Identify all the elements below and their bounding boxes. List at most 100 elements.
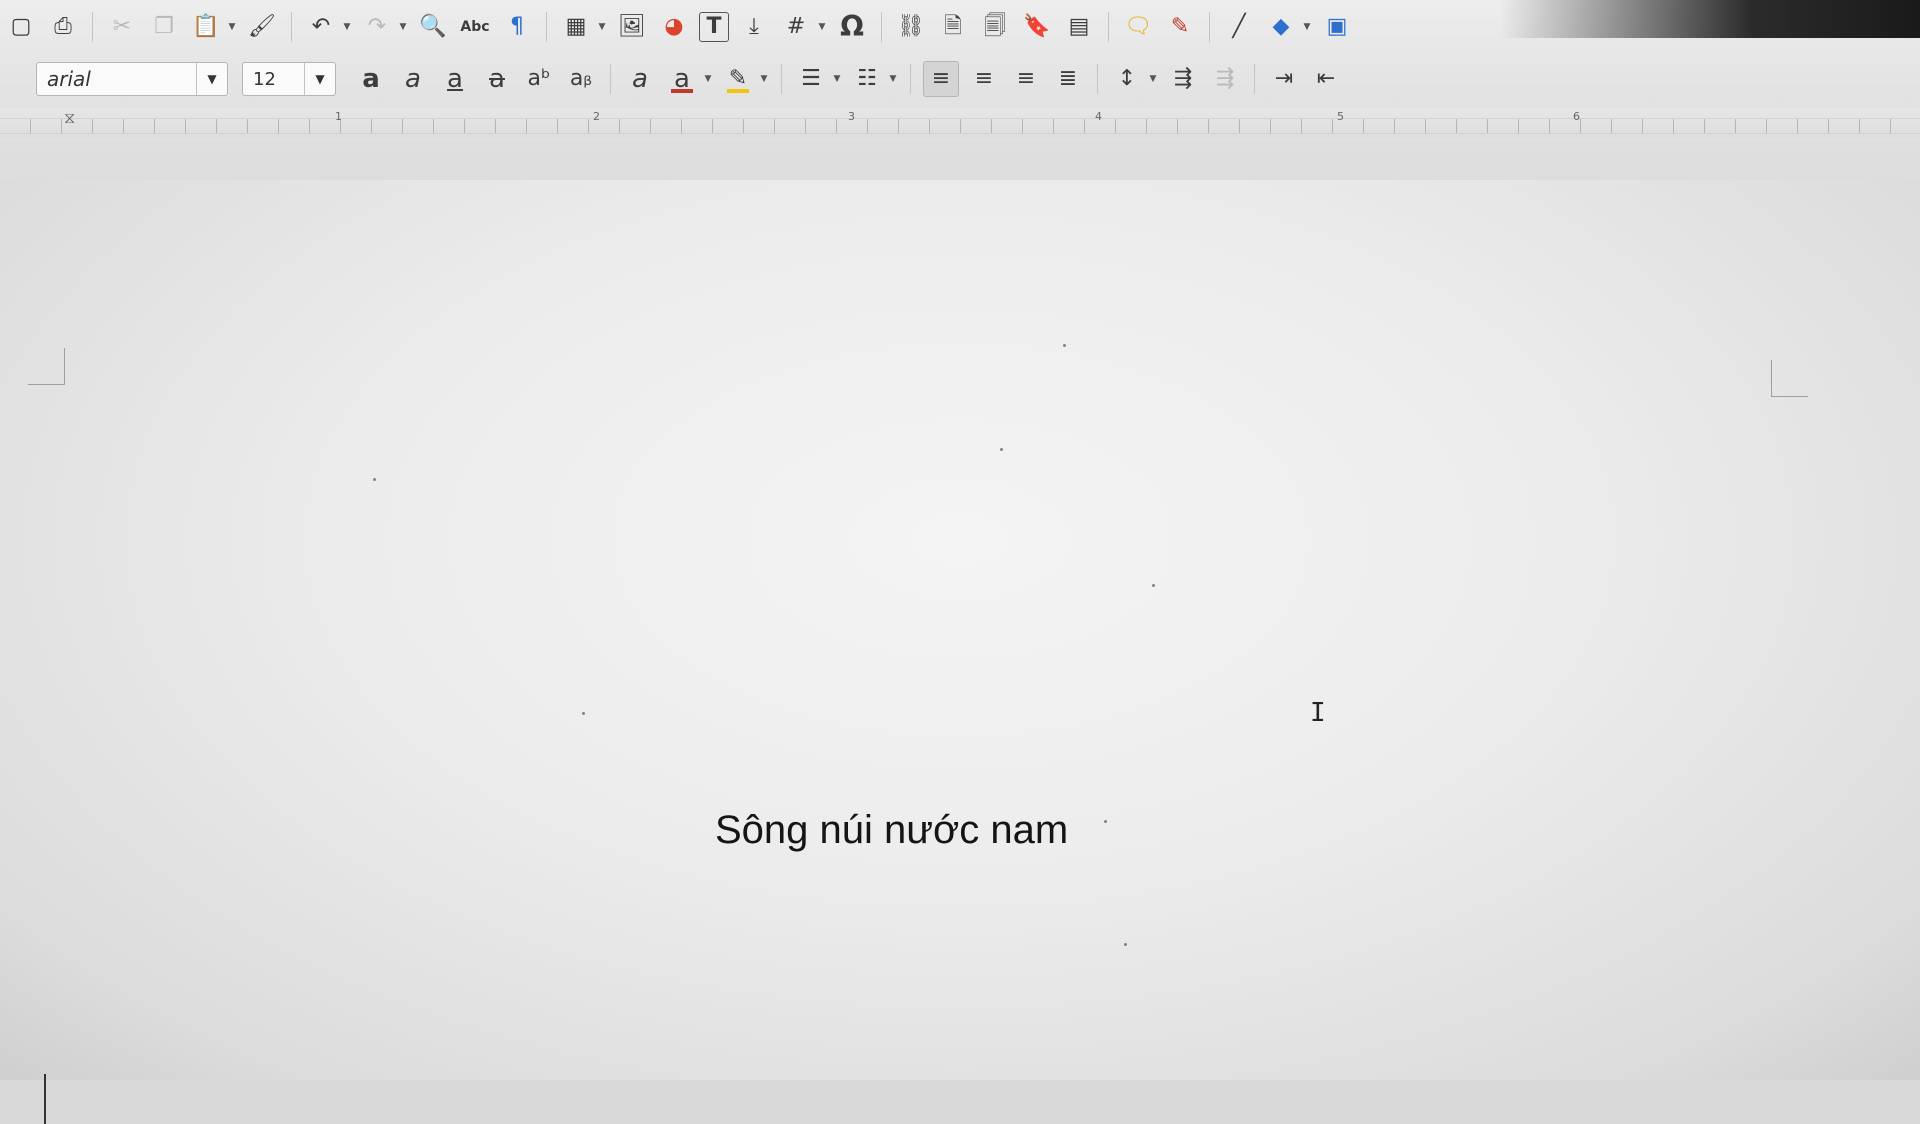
separator — [781, 64, 782, 94]
clone-formatting-icon[interactable]: 🖌 — [245, 10, 279, 44]
bold-icon[interactable]: a — [354, 62, 388, 96]
separator — [291, 12, 292, 42]
font-color-dropdown[interactable]: ▼ — [703, 62, 713, 96]
find-replace-icon[interactable]: 🔍 — [416, 10, 450, 44]
ruler-label: 3 — [848, 110, 855, 123]
highlight-color-swatch — [727, 89, 749, 93]
toolbar-area: ▢ ⎙ ✂ ❐ 📋 ▼ 🖌 ↶ ▼ ↷ ▼ 🔍 Abc ¶ ▦ ▼ 🖼 ◕ T … — [0, 0, 1920, 191]
ruler-label: 1 — [335, 110, 342, 123]
formatting-marks-icon[interactable]: ¶ — [500, 10, 534, 44]
undo-dropdown[interactable]: ▼ — [342, 10, 352, 44]
cut-icon[interactable]: ✂ — [105, 10, 139, 44]
line-spacing-dropdown[interactable]: ▼ — [1148, 62, 1158, 96]
document-page[interactable]: Sông núi nước nam I — [0, 180, 1920, 1124]
unordered-list-icon[interactable]: ☰ — [794, 62, 828, 96]
ordered-list-icon[interactable]: ☷ — [850, 62, 884, 96]
screen-speck — [373, 478, 376, 481]
decrease-indent-icon[interactable]: ⇤ — [1309, 62, 1343, 96]
line-icon[interactable]: ╱ — [1222, 10, 1256, 44]
formatting-toolbar: arial ▼ 12 ▼ a a a a aᵇ aᵦ a a ▼ ✎ ▼ ☰ ▼… — [0, 56, 1400, 102]
ruler-label: 2 — [593, 110, 600, 123]
page-margin-corner — [1771, 360, 1808, 397]
separator — [881, 12, 882, 42]
font-size-box[interactable]: 12 ▼ — [242, 62, 336, 96]
endnote-icon[interactable]: 🗐 — [978, 10, 1012, 44]
align-right-icon[interactable]: ≡ — [1009, 62, 1043, 96]
document-text[interactable]: Sông núi nước nam — [715, 808, 1068, 853]
screen-speck — [1152, 584, 1155, 587]
insert-field-icon[interactable]: # — [779, 10, 813, 44]
basic-shapes-icon[interactable]: ◆ — [1264, 10, 1298, 44]
special-character-icon[interactable]: Ω — [835, 10, 869, 44]
screen-speck — [1104, 820, 1107, 823]
separator — [1209, 12, 1210, 42]
monitor-bezel — [1500, 0, 1920, 38]
font-size-dropdown[interactable]: ▼ — [304, 63, 335, 95]
hyperlink-icon[interactable]: ⛓ — [894, 10, 928, 44]
paragraph-spacing-icon[interactable]: ⇶ — [1166, 62, 1200, 96]
font-name-value[interactable]: arial — [37, 67, 196, 91]
font-size-value[interactable]: 12 — [243, 69, 304, 90]
copy-icon[interactable]: ❐ — [147, 10, 181, 44]
italic-icon[interactable]: a — [396, 62, 430, 96]
screen-speck — [1124, 943, 1127, 946]
page-break-icon[interactable]: ⤓ — [737, 10, 771, 44]
screen-speck — [582, 712, 585, 715]
font-name-box[interactable]: arial ▼ — [36, 62, 228, 96]
insert-table-dropdown[interactable]: ▼ — [597, 10, 607, 44]
ruler-track — [0, 118, 1920, 134]
comment-icon[interactable]: 🗨 — [1121, 10, 1155, 44]
superscript-icon[interactable]: aᵇ — [522, 62, 556, 96]
subscript-icon[interactable]: aᵦ — [564, 62, 598, 96]
separator — [546, 12, 547, 42]
decrease-spacing-icon[interactable]: ⇶ — [1208, 62, 1242, 96]
unordered-list-dropdown[interactable]: ▼ — [832, 62, 842, 96]
align-left-icon[interactable]: ≡ — [923, 61, 959, 97]
mouse-ibeam-icon: I — [1310, 698, 1326, 728]
spellcheck-icon[interactable]: Abc — [458, 10, 492, 44]
justify-icon[interactable]: ≣ — [1051, 62, 1085, 96]
standard-toolbar: ▢ ⎙ ✂ ❐ 📋 ▼ 🖌 ↶ ▼ ↷ ▼ 🔍 Abc ¶ ▦ ▼ 🖼 ◕ T … — [0, 4, 1400, 50]
footnote-icon[interactable]: 🗎 — [936, 10, 970, 44]
screen-speck — [1000, 448, 1003, 451]
separator — [92, 12, 93, 42]
insert-field-dropdown[interactable]: ▼ — [817, 10, 827, 44]
templates-icon[interactable]: ▢ — [4, 10, 38, 44]
cross-reference-icon[interactable]: ▤ — [1062, 10, 1096, 44]
insert-image-icon[interactable]: 🖼 — [615, 10, 649, 44]
screen-speck — [1063, 344, 1066, 347]
indent-marker-icon[interactable]: ⧖ — [64, 108, 75, 128]
font-color-icon[interactable]: a — [665, 62, 699, 96]
ruler-label: 4 — [1095, 110, 1102, 123]
separator — [1108, 12, 1109, 42]
insert-table-icon[interactable]: ▦ — [559, 10, 593, 44]
redo-icon[interactable]: ↷ — [360, 10, 394, 44]
font-name-dropdown[interactable]: ▼ — [196, 63, 227, 95]
ruler-label: 5 — [1337, 110, 1344, 123]
clear-formatting-icon[interactable]: a — [623, 62, 657, 96]
insert-textbox-icon[interactable]: T — [699, 12, 729, 42]
print-preview-icon[interactable]: ⎙ — [46, 10, 80, 44]
paste-dropdown[interactable]: ▼ — [227, 10, 237, 44]
track-changes-icon[interactable]: ✎ — [1163, 10, 1197, 44]
page-margin-corner — [28, 348, 65, 385]
underline-icon[interactable]: a — [438, 62, 472, 96]
draw-functions-icon[interactable]: ▣ — [1320, 10, 1354, 44]
undo-icon[interactable]: ↶ — [304, 10, 338, 44]
bookmark-icon[interactable]: 🔖 — [1020, 10, 1054, 44]
redo-dropdown[interactable]: ▼ — [398, 10, 408, 44]
highlight-color-dropdown[interactable]: ▼ — [759, 62, 769, 96]
separator — [1097, 64, 1098, 94]
increase-indent-icon[interactable]: ⇥ — [1267, 62, 1301, 96]
line-spacing-icon[interactable]: ↕ — [1110, 62, 1144, 96]
strikethrough-icon[interactable]: a — [480, 62, 514, 96]
separator — [610, 64, 611, 94]
basic-shapes-dropdown[interactable]: ▼ — [1302, 10, 1312, 44]
horizontal-ruler[interactable]: ⧖ 1 2 3 4 5 6 — [0, 108, 1920, 138]
highlight-color-icon[interactable]: ✎ — [721, 62, 755, 96]
ordered-list-dropdown[interactable]: ▼ — [888, 62, 898, 96]
ruler-label: 6 — [1573, 110, 1580, 123]
paste-icon[interactable]: 📋 — [189, 10, 223, 44]
align-center-icon[interactable]: ≡ — [967, 62, 1001, 96]
insert-chart-icon[interactable]: ◕ — [657, 10, 691, 44]
